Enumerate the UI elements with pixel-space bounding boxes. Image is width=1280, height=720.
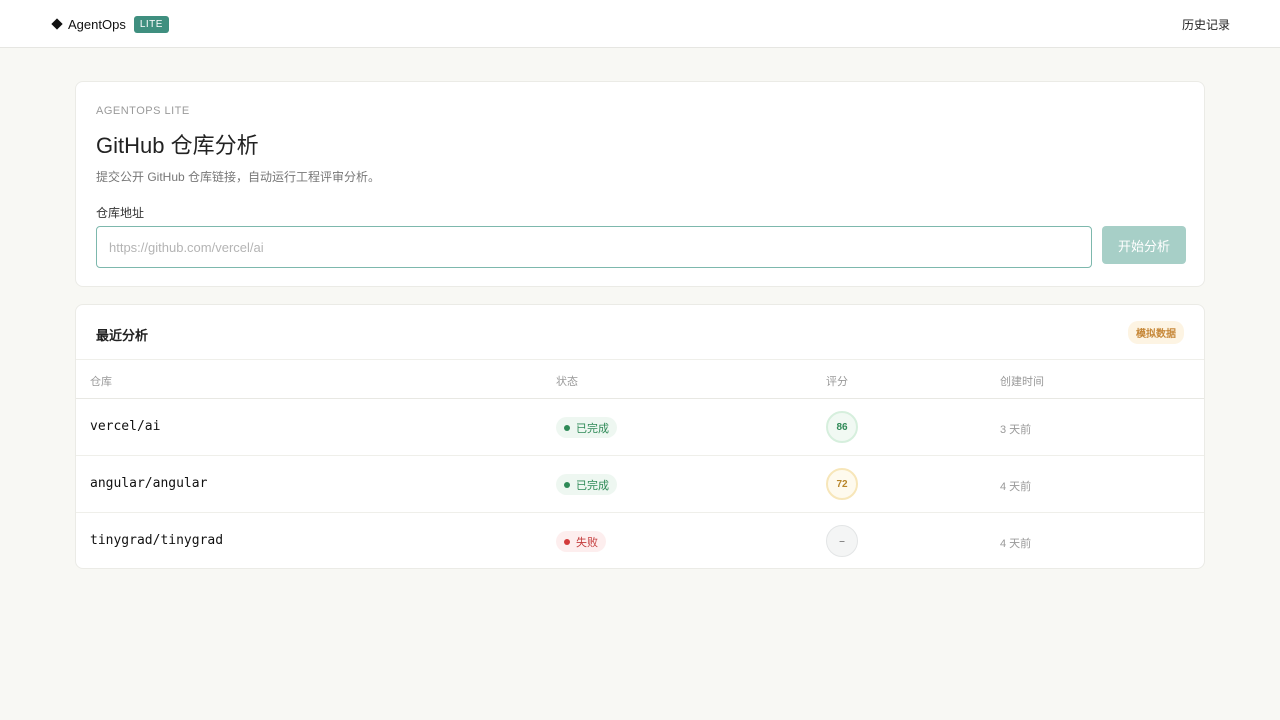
status-text: 已完成 xyxy=(576,479,609,492)
repo-url-label: 仓库地址 xyxy=(96,206,145,220)
created-time: 4 天前 xyxy=(1000,481,1032,493)
status-text: 失败 xyxy=(576,536,598,549)
start-analysis-button[interactable]: 开始分析 xyxy=(1102,226,1186,264)
page-description: 提交公开 GitHub 仓库链接，自动运行工程评审分析。 xyxy=(96,170,381,184)
table-row[interactable]: angular/angular 已完成 72 4 天前 xyxy=(76,456,1204,513)
score-badge: 72 xyxy=(826,468,858,500)
column-header-repo[interactable]: 仓库 xyxy=(90,373,112,389)
score-badge: 86 xyxy=(826,411,858,443)
score-badge: – xyxy=(826,525,858,557)
table-header: 仓库 状态 评分 创建时间 xyxy=(76,359,1204,399)
brand-badge: LITE xyxy=(133,15,169,33)
repo-name[interactable]: angular/angular xyxy=(90,476,207,491)
status-dot-icon xyxy=(564,424,570,431)
status-badge: 失败 xyxy=(556,531,606,552)
column-header-status[interactable]: 状态 xyxy=(556,373,578,389)
column-header-created[interactable]: 创建时间 xyxy=(1000,373,1044,389)
status-dot-icon xyxy=(564,538,570,545)
created-time: 4 天前 xyxy=(1000,538,1032,550)
created-time: 3 天前 xyxy=(1000,424,1032,436)
repo-url-input[interactable] xyxy=(96,226,1092,268)
column-header-score[interactable]: 评分 xyxy=(826,373,848,389)
recent-analyses-card: 最近分析 模拟数据 仓库 状态 评分 创建时间 vercel/ai 已完成 86… xyxy=(75,304,1205,569)
recent-analyses-title: 最近分析 xyxy=(96,328,149,343)
repo-name[interactable]: vercel/ai xyxy=(90,419,160,434)
brand-logo[interactable]: AgentOps LITE xyxy=(51,14,169,34)
brand-name: AgentOps xyxy=(68,16,126,32)
table-row[interactable]: tinygrad/tinygrad 失败 – 4 天前 xyxy=(76,513,1204,570)
mock-data-badge: 模拟数据 xyxy=(1128,321,1184,344)
status-dot-icon xyxy=(564,481,570,488)
history-link[interactable]: 历史记录 xyxy=(1182,16,1230,33)
status-badge: 已完成 xyxy=(556,474,617,495)
top-bar: AgentOps LITE 历史记录 xyxy=(0,0,1280,48)
repo-name[interactable]: tinygrad/tinygrad xyxy=(90,533,223,548)
status-badge: 已完成 xyxy=(556,417,617,438)
analysis-form-card: AGENTOPS LITE GitHub 仓库分析 提交公开 GitHub 仓库… xyxy=(75,81,1205,287)
page-title: GitHub 仓库分析 xyxy=(96,133,259,158)
eyebrow-label: AGENTOPS LITE xyxy=(96,105,190,117)
table-row[interactable]: vercel/ai 已完成 86 3 天前 xyxy=(76,399,1204,456)
diamond-icon xyxy=(51,18,63,30)
status-text: 已完成 xyxy=(576,422,609,435)
